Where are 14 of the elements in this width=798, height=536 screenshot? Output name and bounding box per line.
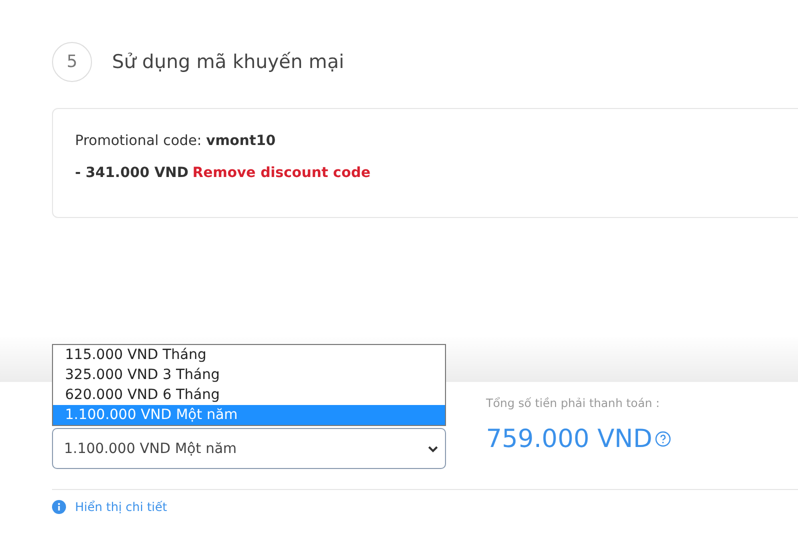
step-number: 5 — [52, 42, 92, 82]
chevron-down-icon — [427, 444, 439, 452]
total-label: Tổng số tiền phải thanh toán : — [486, 396, 661, 410]
total-amount: 759.000 VND — [486, 424, 652, 453]
info-icon — [52, 500, 66, 514]
dropdown-option[interactable]: 115.000 VND Tháng — [53, 345, 445, 365]
plan-select[interactable]: 1.100.000 VND Một năm — [52, 428, 446, 469]
discount-amount: - 341.000 VND — [75, 165, 188, 181]
dropdown-option[interactable]: 620.000 VND 6 Tháng — [53, 385, 445, 405]
dropdown-option[interactable]: 325.000 VND 3 Tháng — [53, 365, 445, 385]
help-icon[interactable] — [655, 430, 672, 446]
remove-discount-link[interactable]: Remove discount code — [192, 165, 370, 181]
section-title: Sử dụng mã khuyến mại — [112, 51, 344, 73]
promo-code-text: Promotional code: vmont10 — [75, 133, 277, 149]
